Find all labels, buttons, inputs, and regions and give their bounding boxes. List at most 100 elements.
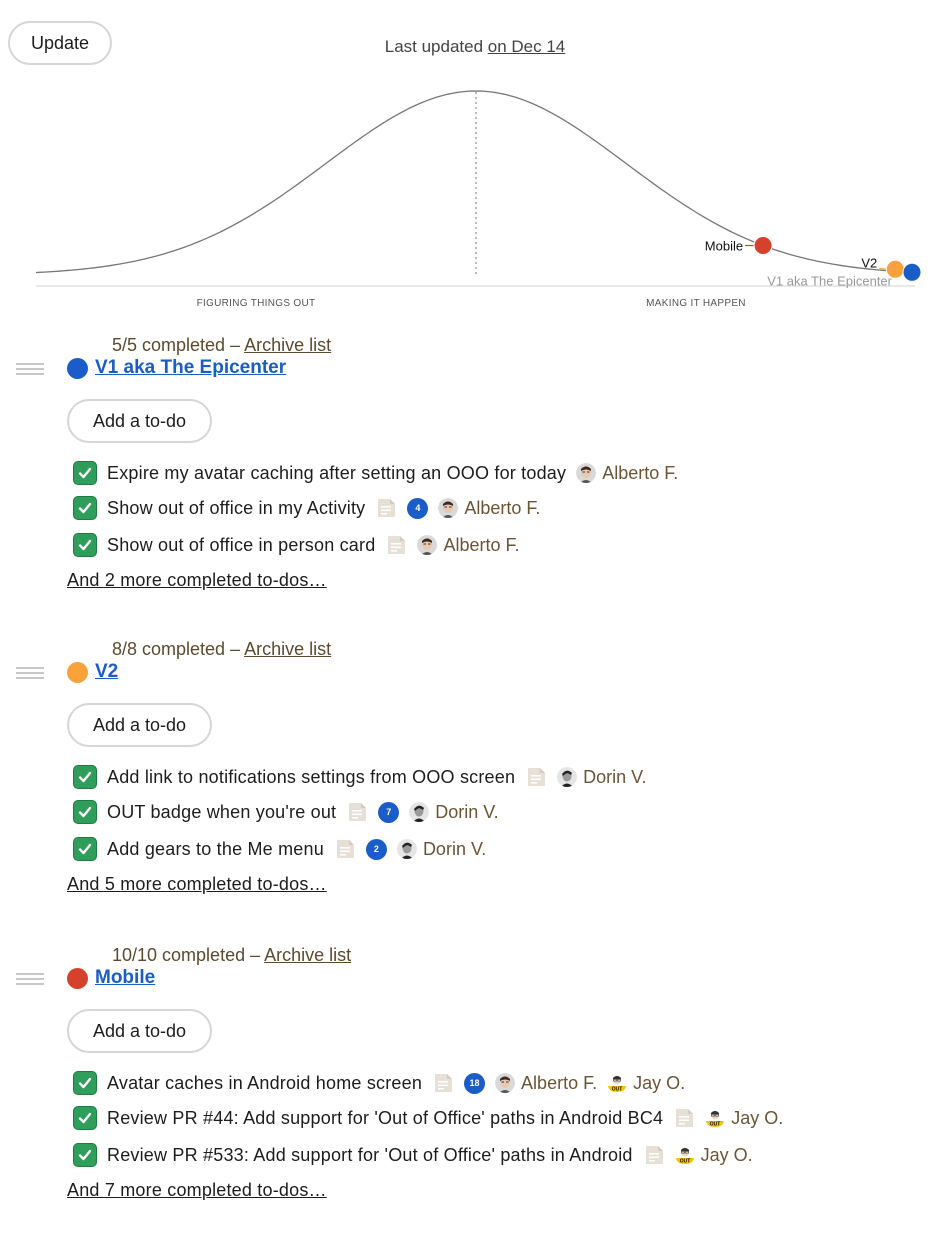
comment-count-badge[interactable]: 4 xyxy=(407,497,429,519)
list-color-dot xyxy=(67,967,88,989)
list-title-link[interactable]: Mobile xyxy=(95,967,155,989)
todo-title[interactable]: Avatar caches in Android home screen xyxy=(107,1073,422,1094)
hill-point-label: V1 aka The Epicenter xyxy=(767,273,892,288)
add-todo-button[interactable]: Add a to-do xyxy=(67,703,212,747)
todo-item: Review PR #533: Add support for 'Out of … xyxy=(73,1141,753,1169)
archive-list-link[interactable]: Archive list xyxy=(264,945,351,965)
list-title-row: Mobile xyxy=(67,967,155,989)
avatar xyxy=(396,839,417,859)
checkbox-checked[interactable] xyxy=(73,1106,97,1130)
assignee-name[interactable]: Jay O. xyxy=(731,1108,783,1129)
todo-item: OUT badge when you're out 7 Dorin V. xyxy=(73,798,499,826)
notes-icon xyxy=(525,766,547,788)
avatar xyxy=(495,1073,516,1093)
drag-handle[interactable] xyxy=(16,973,44,985)
todo-title[interactable]: OUT badge when you're out xyxy=(107,802,336,823)
checkbox-checked[interactable] xyxy=(73,765,97,789)
todo-title[interactable]: Review PR #533: Add support for 'Out of … xyxy=(107,1145,633,1166)
hill-point-label: Mobile xyxy=(705,239,743,254)
todo-title[interactable]: Show out of office in my Activity xyxy=(107,498,365,519)
avatar xyxy=(576,463,597,483)
checkbox-checked[interactable] xyxy=(73,533,97,557)
add-todo-button[interactable]: Add a to-do xyxy=(67,1009,212,1053)
avatar: OUT xyxy=(705,1108,726,1128)
list-title-link[interactable]: V1 aka The Epicenter xyxy=(95,357,286,379)
assignee-name[interactable]: Dorin V. xyxy=(423,839,486,860)
checkbox-checked[interactable] xyxy=(73,1143,97,1167)
checkbox-checked[interactable] xyxy=(73,1071,97,1095)
hill-point-mobile[interactable] xyxy=(753,236,773,256)
checkbox-checked[interactable] xyxy=(73,496,97,520)
hill-right-label: MAKING IT HAPPEN xyxy=(646,298,746,309)
todo-item: Avatar caches in Android home screen 18 Al… xyxy=(73,1069,685,1097)
checkbox-checked[interactable] xyxy=(73,800,97,824)
hill-point-label: V2 xyxy=(861,255,877,270)
todo-item: Review PR #44: Add support for 'Out of O… xyxy=(73,1104,783,1132)
todo-item: Show out of office in my Activity 4 Albert… xyxy=(73,494,540,522)
list-color-dot xyxy=(67,357,88,379)
hill-chart: FIGURING THINGS OUT MAKING IT HAPPEN Mob… xyxy=(35,90,922,309)
more-completed-link[interactable]: And 5 more completed to-dos… xyxy=(67,874,327,895)
checkbox-checked[interactable] xyxy=(73,837,97,861)
list-progress: 10/10 completed – Archive list xyxy=(112,945,351,966)
assignee-name[interactable]: Jay O. xyxy=(633,1073,685,1094)
notes-icon xyxy=(334,838,356,860)
avatar xyxy=(409,802,430,822)
todo-item: Expire my avatar caching after setting a… xyxy=(73,459,678,487)
add-todo-button[interactable]: Add a to-do xyxy=(67,399,212,443)
todo-item: Show out of office in person card Alberto… xyxy=(73,531,519,559)
todo-title[interactable]: Expire my avatar caching after setting a… xyxy=(107,463,566,484)
svg-text:OUT: OUT xyxy=(710,1122,721,1128)
archive-list-link[interactable]: Archive list xyxy=(244,639,331,659)
checkbox-checked[interactable] xyxy=(73,461,97,485)
assignee-name[interactable]: Jay O. xyxy=(701,1145,753,1166)
assignee-name[interactable]: Alberto F. xyxy=(464,498,540,519)
last-updated-link[interactable]: on Dec 14 xyxy=(488,37,566,56)
hill-point-v1-aka-the-epicenter[interactable] xyxy=(902,262,922,282)
assignee-name[interactable]: Alberto F. xyxy=(521,1073,597,1094)
avatar: OUT xyxy=(607,1073,628,1093)
more-completed-link[interactable]: And 2 more completed to-dos… xyxy=(67,570,327,591)
avatar xyxy=(417,535,438,555)
svg-text:OUT: OUT xyxy=(612,1087,623,1093)
todo-title[interactable]: Review PR #44: Add support for 'Out of O… xyxy=(107,1108,663,1129)
list-progress: 5/5 completed – Archive list xyxy=(112,335,331,356)
archive-list-link[interactable]: Archive list xyxy=(244,335,331,355)
notes-icon xyxy=(346,801,368,823)
list-title-row: V2 xyxy=(67,661,118,683)
progress-text: 10/10 completed – xyxy=(112,945,265,965)
last-updated-prefix: Last updated xyxy=(384,37,488,56)
list-title-link[interactable]: V2 xyxy=(95,661,118,683)
more-completed-link[interactable]: And 7 more completed to-dos… xyxy=(67,1180,327,1201)
todo-title[interactable]: Show out of office in person card xyxy=(107,535,375,556)
list-title-row: V1 aka The Epicenter xyxy=(67,357,286,379)
todo-item: Add link to notifications settings from … xyxy=(73,763,647,791)
progress-text: 8/8 completed – xyxy=(112,639,245,659)
avatar xyxy=(557,767,578,787)
notes-icon xyxy=(375,497,397,519)
last-updated: Last updated on Dec 14 xyxy=(0,37,950,57)
comment-count-badge[interactable]: 2 xyxy=(365,838,387,860)
assignee-name[interactable]: Dorin V. xyxy=(435,802,498,823)
assignee-name[interactable]: Alberto F. xyxy=(602,463,678,484)
notes-icon xyxy=(385,534,407,556)
assignee-name[interactable]: Dorin V. xyxy=(583,767,646,788)
list-color-dot xyxy=(67,661,88,683)
drag-handle[interactable] xyxy=(16,363,44,375)
hill-left-label: FIGURING THINGS OUT xyxy=(197,298,316,309)
assignee-name[interactable]: Alberto F. xyxy=(443,535,519,556)
comment-count-badge[interactable]: 18 xyxy=(464,1072,486,1094)
notes-icon xyxy=(432,1072,454,1094)
todo-title[interactable]: Add gears to the Me menu xyxy=(107,839,324,860)
progress-text: 5/5 completed – xyxy=(112,335,245,355)
todo-item: Add gears to the Me menu 2 Dorin V. xyxy=(73,835,486,863)
todo-title[interactable]: Add link to notifications settings from … xyxy=(107,767,515,788)
notes-icon xyxy=(673,1107,695,1129)
svg-text:OUT: OUT xyxy=(679,1159,690,1165)
avatar xyxy=(438,498,459,518)
drag-handle[interactable] xyxy=(16,667,44,679)
comment-count-badge[interactable]: 7 xyxy=(378,801,400,823)
list-progress: 8/8 completed – Archive list xyxy=(112,639,331,660)
notes-icon xyxy=(643,1144,665,1166)
avatar: OUT xyxy=(674,1145,695,1165)
